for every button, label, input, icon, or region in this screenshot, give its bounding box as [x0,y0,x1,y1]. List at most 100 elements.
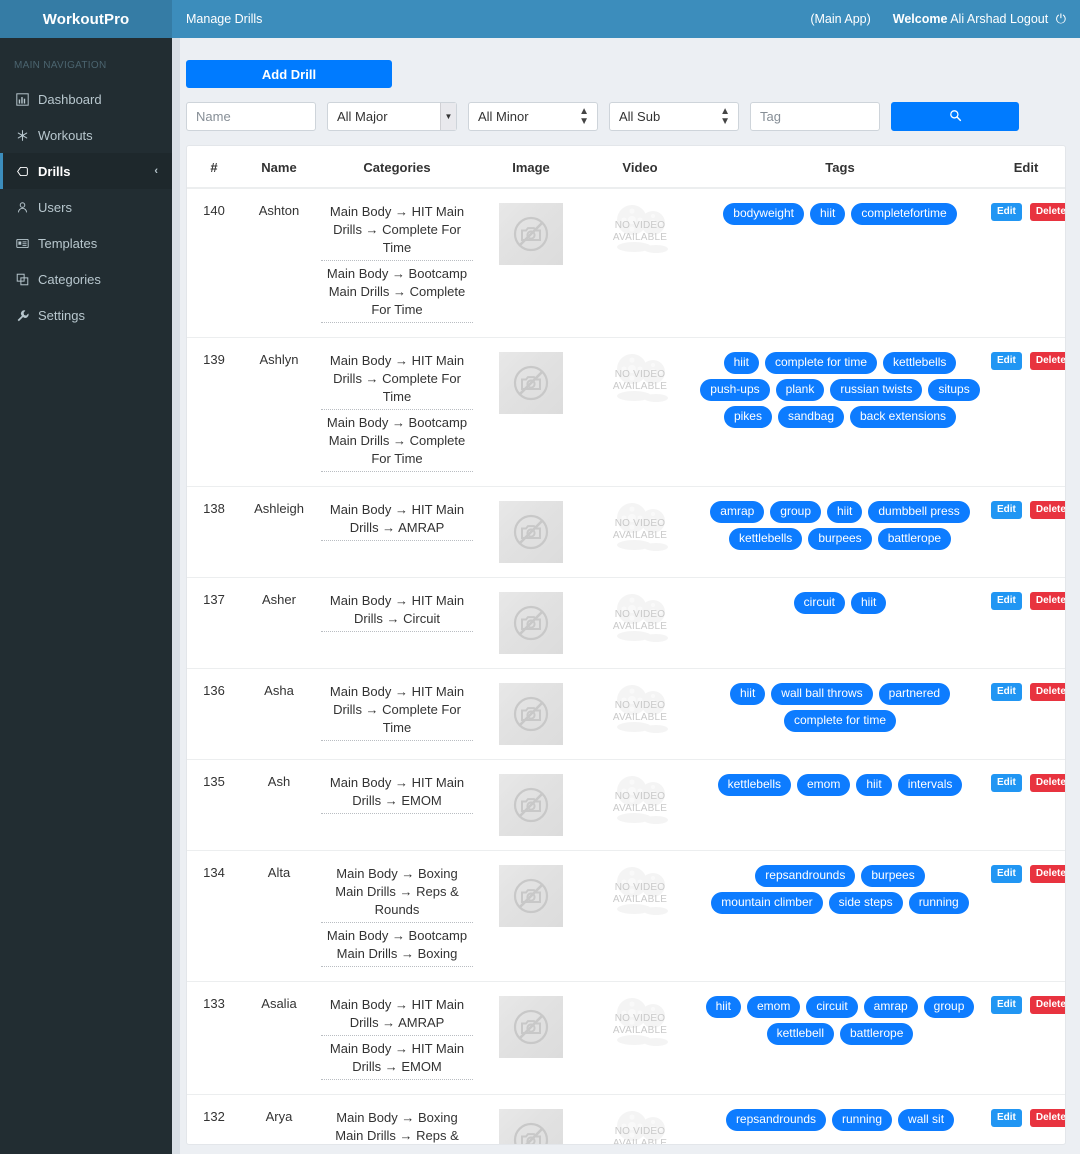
tag-chip[interactable]: circuit [793,592,845,614]
tag-chip[interactable]: intervals [897,774,963,796]
sidebar-item-settings[interactable]: Settings [0,297,172,333]
content-scroll-gutter[interactable] [172,38,180,1154]
tag-chip[interactable]: hiit [723,352,759,374]
delete-button[interactable]: Delete [1029,592,1065,610]
tag-chip[interactable]: kettlebells [717,774,791,796]
tag-chip[interactable]: completefortime [851,203,957,225]
edit-button[interactable]: Edit [991,501,1022,519]
tag-chip[interactable]: complete for time [783,710,897,732]
sidebar-item-workouts[interactable]: Workouts [0,117,172,153]
sidebar-item-templates[interactable]: Templates [0,225,172,261]
welcome-user-logout-link[interactable]: Welcome Ali Arshad Logout ⏻ [893,11,1066,27]
name-filter-input[interactable] [186,102,316,131]
video-placeholder: NO VIDEO AVAILABLE [590,996,690,1054]
cell-image [477,188,585,338]
image-placeholder[interactable] [499,774,563,836]
tag-chip[interactable]: back extensions [850,406,957,428]
tag-chip[interactable]: pikes [723,406,772,428]
tag-chip[interactable]: hiit [856,774,892,796]
sidebar-item-drills[interactable]: Drills ‹ [0,153,172,189]
tag-chip[interactable]: push-ups [700,379,770,401]
sidebar-item-categories[interactable]: Categories [0,261,172,297]
image-placeholder[interactable] [499,592,563,654]
tag-chip[interactable]: repsandrounds [755,865,856,887]
tag-chip[interactable]: side steps [828,892,903,914]
edit-button[interactable]: Edit [991,352,1022,370]
delete-button[interactable]: Delete [1029,865,1065,883]
tag-chip[interactable]: partnered [878,683,951,705]
add-drill-button[interactable]: Add Drill [186,60,392,88]
major-category-select[interactable]: All Major ▼ [327,102,457,131]
tag-chip[interactable]: plank [775,379,825,401]
tag-chip[interactable]: burpees [808,528,872,550]
cell-categories: Main Body → HIT Main Drills → Complete F… [317,337,477,487]
tag-chip[interactable]: hiit [810,203,846,225]
cell-name: Asher [241,577,317,669]
sidebar-item-dashboard[interactable]: Dashboard [0,81,172,117]
tag-chip[interactable]: amrap [863,996,918,1018]
edit-button[interactable]: Edit [991,774,1022,792]
tag-chip[interactable]: hiit [827,501,863,523]
tag-chip[interactable]: repsandrounds [725,1109,826,1131]
video-placeholder: NO VIDEO AVAILABLE [590,501,690,559]
tag-chip[interactable]: mountain climber [711,892,823,914]
sub-category-select[interactable]: All Sub ▲ ▼ [609,102,739,131]
edit-button[interactable]: Edit [991,592,1022,610]
delete-button[interactable]: Delete [1029,352,1065,370]
tag-chip[interactable]: wall ball throws [771,683,873,705]
delete-button[interactable]: Delete [1029,501,1065,519]
tag-chip[interactable]: dumbbell press [868,501,970,523]
tag-chip[interactable]: kettlebells [883,352,957,374]
tag-chip[interactable]: amrap [710,501,765,523]
delete-button[interactable]: Delete [1029,774,1065,792]
delete-button[interactable]: Delete [1029,203,1065,221]
tag-chip[interactable]: emom [797,774,851,796]
no-video-text: NO VIDEO AVAILABLE [612,700,668,723]
tag-chip[interactable]: kettlebells [728,528,803,550]
sidebar-item-users[interactable]: Users [0,189,172,225]
tag-chip[interactable]: burpees [861,865,925,887]
tag-chip[interactable]: russian twists [830,379,923,401]
image-placeholder[interactable] [499,352,563,414]
tag-chip[interactable]: group [770,501,821,523]
image-placeholder[interactable] [499,865,563,927]
tag-filter-input[interactable] [750,102,880,131]
edit-button[interactable]: Edit [991,1109,1022,1127]
tag-icon [16,165,36,178]
delete-button[interactable]: Delete [1029,1109,1065,1127]
no-image-icon [513,216,549,252]
image-placeholder[interactable] [499,1109,563,1144]
tag-chip[interactable]: hiit [705,996,741,1018]
image-placeholder[interactable] [499,996,563,1058]
no-image-icon [513,878,549,914]
tag-chip[interactable]: hiit [729,683,766,705]
main-app-link[interactable]: (Main App) [810,12,870,26]
tag-chip[interactable]: battlerope [877,528,952,550]
tag-chip[interactable]: kettlebell [766,1023,834,1045]
tag-chip[interactable]: bodyweight [723,203,804,225]
edit-button[interactable]: Edit [991,996,1022,1014]
edit-button[interactable]: Edit [991,203,1022,221]
brand-logo[interactable]: WorkoutPro [0,0,172,38]
image-placeholder[interactable] [499,203,563,265]
tag-chip[interactable]: group [923,996,975,1018]
tag-chip[interactable]: running [908,892,969,914]
edit-button[interactable]: Edit [991,865,1022,883]
tag-chip[interactable]: battlerope [840,1023,914,1045]
tag-chip[interactable]: circuit [806,996,858,1018]
tag-chip[interactable]: running [832,1109,893,1131]
tag-chip[interactable]: situps [928,379,980,401]
tag-chip[interactable]: complete for time [764,352,877,374]
delete-button[interactable]: Delete [1029,683,1065,701]
delete-button[interactable]: Delete [1029,996,1065,1014]
minor-category-select[interactable]: All Minor ▲ ▼ [468,102,598,131]
image-placeholder[interactable] [499,501,563,563]
search-button[interactable] [891,102,1019,131]
tag-chip[interactable]: sandbag [777,406,844,428]
sidebar-item-label: Categories [38,271,101,287]
tag-chip[interactable]: wall sit [898,1109,955,1131]
edit-button[interactable]: Edit [991,683,1022,701]
image-placeholder[interactable] [499,683,563,745]
tag-chip[interactable]: hiit [851,592,887,614]
tag-chip[interactable]: emom [746,996,801,1018]
